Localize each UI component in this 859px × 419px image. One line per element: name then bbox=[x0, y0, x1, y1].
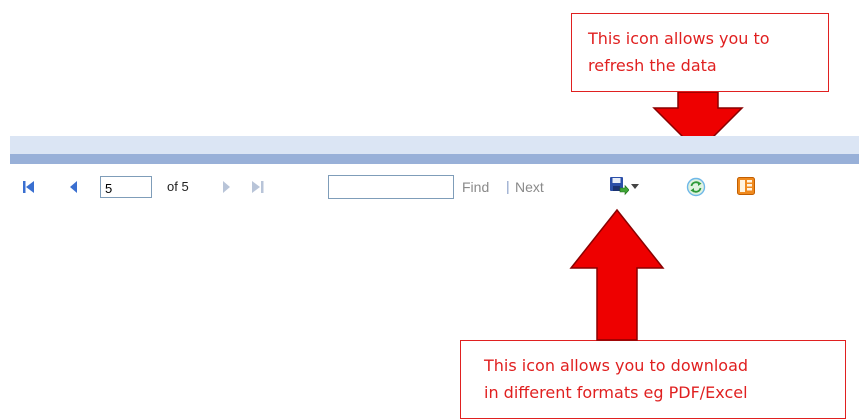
page-total-label: of 5 bbox=[167, 179, 189, 194]
find-separator: | bbox=[506, 178, 510, 194]
page-number-input[interactable] bbox=[100, 176, 152, 198]
find-link[interactable]: Find bbox=[462, 179, 489, 195]
up-arrow-annotation bbox=[569, 208, 665, 341]
header-band bbox=[10, 136, 859, 154]
refresh-icon[interactable] bbox=[686, 177, 706, 197]
refresh-callout: This icon allows you to refresh the data bbox=[571, 13, 829, 92]
download-callout-line1: This icon allows you to download bbox=[484, 356, 749, 375]
download-callout: This icon allows you to download in diff… bbox=[460, 340, 846, 419]
document-map-icon[interactable] bbox=[737, 177, 755, 195]
download-callout-line2: in different formats eg PDF/Excel bbox=[484, 383, 748, 402]
header-band-dark bbox=[10, 154, 859, 164]
dropdown-arrow-icon[interactable] bbox=[631, 184, 639, 190]
refresh-callout-line1: This icon allows you to bbox=[588, 29, 770, 48]
previous-page-icon[interactable] bbox=[68, 180, 80, 194]
last-page-icon[interactable] bbox=[250, 180, 266, 194]
export-save-icon[interactable] bbox=[609, 176, 629, 196]
find-next-link[interactable]: Next bbox=[515, 179, 544, 195]
refresh-callout-line2: refresh the data bbox=[588, 56, 717, 75]
first-page-icon[interactable] bbox=[22, 180, 36, 194]
find-text-input[interactable] bbox=[328, 175, 454, 199]
next-page-icon[interactable] bbox=[220, 180, 232, 194]
